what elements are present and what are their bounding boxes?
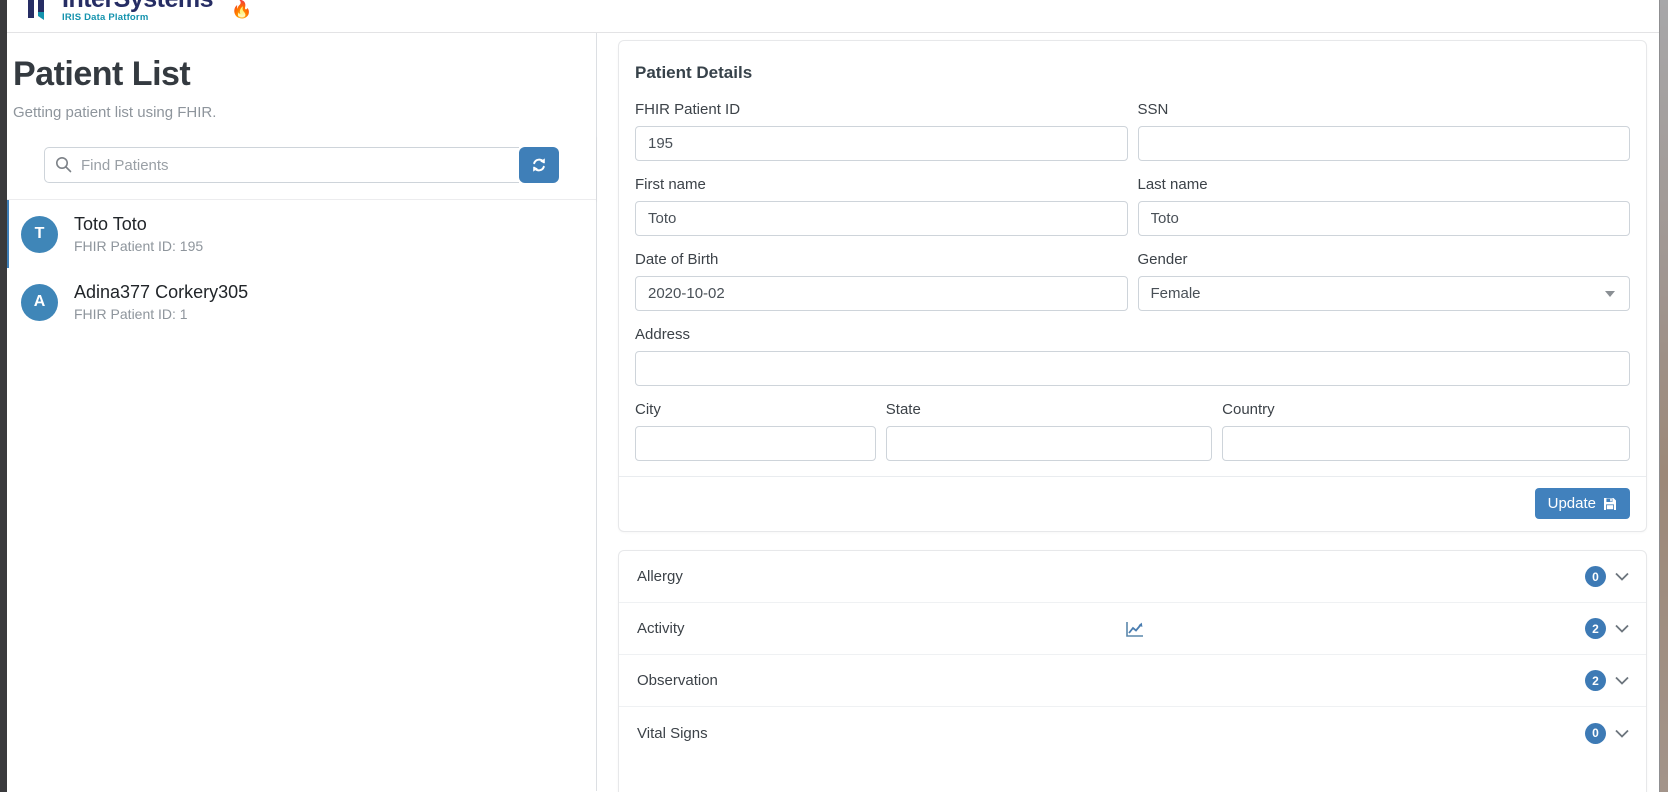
window-left-edge (0, 0, 7, 792)
fhir-id-input[interactable] (635, 126, 1128, 161)
patient-fhir-id: FHIR Patient ID: 195 (74, 238, 204, 254)
intersystems-logo-icon (28, 0, 44, 20)
section-row-observation[interactable]: Observation 2 (619, 655, 1646, 707)
patient-fhir-id: FHIR Patient ID: 1 (74, 306, 188, 322)
caret-down-icon (1605, 290, 1615, 297)
patient-list-item-adina[interactable]: A Adina377 Corkery305 FHIR Patient ID: 1 (0, 268, 596, 336)
ssn-label: SSN (1137, 101, 1169, 118)
chevron-down-icon (1615, 572, 1629, 581)
brand-name: InterSystems (62, 0, 214, 12)
ssn-input[interactable] (1137, 126, 1630, 161)
search-input[interactable] (44, 147, 519, 183)
city-input[interactable] (635, 426, 876, 461)
section-row-vital-signs[interactable]: Vital Signs 0 (619, 707, 1646, 759)
vertical-scrollbar[interactable] (1659, 0, 1668, 792)
country-input[interactable] (1222, 426, 1630, 461)
details-area: Patient Details FHIR Patient ID SSN Firs… (597, 33, 1668, 792)
dob-input[interactable] (635, 276, 1128, 311)
section-label: Activity (637, 620, 685, 637)
chevron-down-icon (1615, 729, 1629, 738)
page-title: Patient List (13, 55, 191, 93)
section-label: Allergy (637, 568, 683, 585)
count-badge: 0 (1585, 722, 1606, 744)
address-input[interactable] (635, 351, 1630, 386)
count-badge: 2 (1585, 618, 1606, 639)
section-row-allergy[interactable]: Allergy 0 (619, 551, 1646, 603)
state-label: State (885, 401, 921, 418)
gender-selected-value: Female (1150, 285, 1201, 302)
app-header: InterSystems IRIS Data Platform 🔥 (0, 0, 1668, 33)
count-badge: 0 (1585, 566, 1606, 587)
refresh-button[interactable] (519, 147, 559, 183)
patient-list-item-toto[interactable]: T Toto Toto FHIR Patient ID: 195 (0, 200, 596, 268)
brand-subtitle: IRIS Data Platform (62, 12, 149, 24)
search-bar (0, 135, 596, 200)
avatar: T (21, 215, 58, 253)
chevron-down-icon (1615, 676, 1629, 685)
chevron-down-icon (1615, 624, 1629, 633)
gender-label: Gender (1137, 251, 1188, 268)
last-name-input[interactable] (1137, 201, 1630, 236)
refresh-icon (533, 158, 545, 172)
card-footer: Update (619, 476, 1646, 531)
update-button[interactable]: Update (1534, 488, 1630, 519)
city-label: City (635, 401, 661, 418)
resource-sections-card: Allergy 0 Activity 2 Observation 2 Vital… (618, 550, 1647, 792)
section-row-activity[interactable]: Activity 2 (619, 603, 1646, 655)
dob-label: Date of Birth (635, 251, 719, 268)
patient-list-panel: Patient List Getting patient list using … (0, 33, 597, 791)
page-subtitle: Getting patient list using FHIR. (13, 104, 217, 121)
state-input[interactable] (885, 426, 1213, 461)
fire-emoji: 🔥 (231, 0, 253, 19)
last-name-label: Last name (1137, 176, 1208, 193)
search-icon (56, 157, 72, 173)
update-button-label: Update (1547, 495, 1596, 512)
brand-logo: InterSystems IRIS Data Platform 🔥 (26, 0, 1668, 26)
card-title: Patient Details (635, 63, 753, 82)
patient-name: Adina377 Corkery305 (74, 282, 249, 302)
patient-name: Toto Toto (74, 214, 147, 234)
country-label: Country (1222, 401, 1275, 418)
app-window: InterSystems IRIS Data Platform 🔥 Patien… (0, 0, 1668, 792)
patient-details-card: Patient Details FHIR Patient ID SSN Firs… (618, 40, 1647, 532)
gender-select[interactable]: Female (1137, 276, 1630, 311)
line-chart-icon (1125, 621, 1143, 637)
first-name-label: First name (635, 176, 706, 193)
fhir-id-label: FHIR Patient ID (635, 101, 741, 118)
count-badge: 2 (1585, 670, 1606, 691)
avatar: A (21, 283, 58, 321)
first-name-input[interactable] (635, 201, 1128, 236)
address-label: Address (635, 326, 691, 343)
patient-list: T Toto Toto FHIR Patient ID: 195 A Adina… (0, 200, 596, 336)
section-label: Vital Signs (637, 724, 708, 742)
section-label: Observation (637, 672, 718, 689)
save-icon (1604, 497, 1616, 510)
